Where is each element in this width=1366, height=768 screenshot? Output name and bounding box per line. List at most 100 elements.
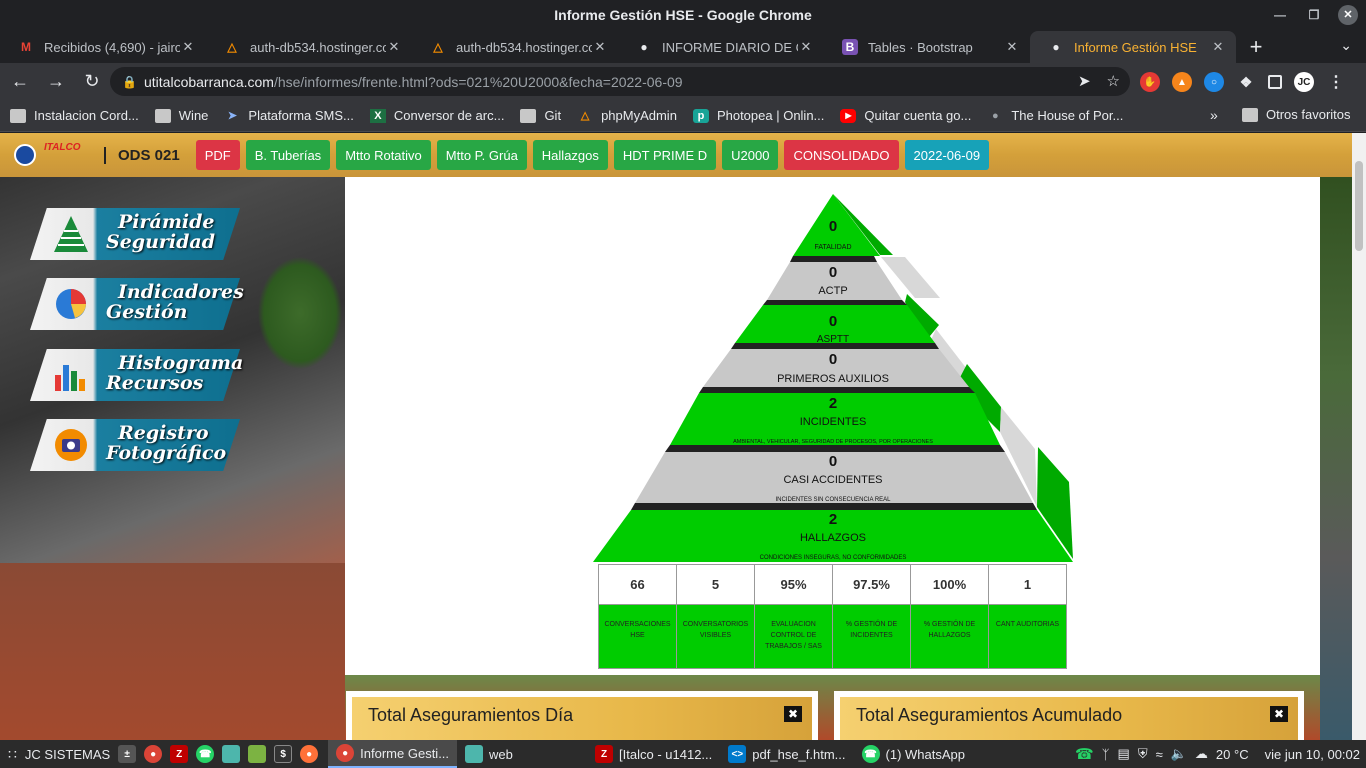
calculator-icon[interactable]: ± [118,745,137,763]
date-button[interactable]: 2022-06-09 [904,140,990,170]
whatsapp-tray-icon[interactable]: ☎ [1075,745,1094,763]
bookmark-item[interactable]: Wine [154,108,209,123]
phpmyadmin-icon: △ [580,110,590,122]
start-menu-label: JC SISTEMAS [24,746,111,762]
menu-label-line1: Pirámide [118,211,215,233]
extension-blue-icon[interactable]: ○ [1204,72,1224,92]
bookmark-item[interactable]: X Conversor de arc... [369,108,504,123]
bookmark-label: Wine [178,108,209,123]
folder-icon [465,745,484,763]
page-scrollbar[interactable] [1352,133,1366,740]
filezilla-icon[interactable]: Z [170,745,189,763]
tab-gmail[interactable]: M Recibidos (4,690) - jairo ✕ [0,31,206,63]
terminal-icon[interactable]: $ [274,745,293,763]
address-host: utitalcobarranca.com [144,73,274,90]
apps-grid-icon: ∷ [8,745,17,762]
tab-close-icon[interactable]: ✕ [1004,39,1020,55]
chrome-icon[interactable]: ● [144,745,163,763]
adblock-icon[interactable]: ✋ [1140,72,1160,92]
firefox-icon[interactable]: ● [300,745,319,763]
forward-icon[interactable]: → [40,66,72,98]
pyramid-label-primeros-auxilios: PRIMEROS AUXILIOS [777,373,889,385]
menu-label-line1: Registro [118,422,209,444]
mtto-rotativo-button[interactable]: Mtto Rotativo [336,140,431,170]
tab-hostinger-2[interactable]: △ auth-db534.hostinger.co ✕ [412,31,618,63]
pyramid-value-incidentes: 2 [829,395,837,412]
pyramid-icon [50,213,92,255]
card-title: Total Aseguramientos Día [368,705,574,725]
tab-close-icon[interactable]: ✕ [1210,39,1226,55]
photopea-icon: p [692,108,709,123]
sidepanel-icon[interactable] [1268,75,1282,89]
kebab-menu-icon[interactable]: ⋮ [1326,72,1346,92]
scrollbar-thumb[interactable] [1355,161,1363,251]
bookmark-other-folder[interactable]: Otros favoritos [1242,107,1351,122]
minimize-icon[interactable]: — [1270,5,1290,25]
menu-indicadores[interactable]: Indicadores Gestión [30,278,244,330]
maximize-icon[interactable]: ❐ [1304,5,1324,25]
star-icon[interactable]: ☆ [1107,72,1120,90]
bookmarks-overflow-icon[interactable]: » [1210,107,1218,123]
task-vscode[interactable]: <> pdf_hse_f.htm... [720,740,853,768]
task-web-folder[interactable]: web [457,740,587,768]
shield-icon[interactable]: ⛨ [1138,746,1148,762]
pyramid-value-asptt: 0 [829,313,837,330]
tab-close-icon[interactable]: ✕ [180,39,196,55]
mtto-grua-button[interactable]: Mtto P. Grúa [436,140,527,170]
tuberias-button[interactable]: B. Tuberías [245,140,331,170]
filezilla-icon: Z [595,745,614,763]
bookmark-item[interactable]: Git [520,108,561,123]
tab-close-icon[interactable]: ✕ [798,39,814,55]
tab-informe-diario[interactable]: ● INFORME DIARIO DE GE ✕ [618,31,824,63]
bookmark-item[interactable]: ▶ Quitar cuenta go... [840,108,971,123]
hdt-prime-button[interactable]: HDT PRIME D [613,140,717,170]
start-menu[interactable]: ∷ JC SISTEMAS [0,746,110,763]
new-tab-icon[interactable]: + [1236,31,1276,63]
pyramid-label-asptt: ASPTT [817,334,849,345]
metamask-icon[interactable]: ▲ [1172,72,1192,92]
clock[interactable]: vie jun 10, 00:02 [1265,747,1360,762]
bookmark-item[interactable]: Instalacion Cord... [10,108,139,123]
pdf-button[interactable]: PDF [195,140,240,170]
files-icon[interactable] [248,745,267,763]
bookmark-item[interactable]: ➤ Plataforma SMS... [224,108,354,123]
menu-histograma[interactable]: Histograma Recursos [30,349,243,401]
avatar[interactable]: JC [1294,72,1314,92]
tab-close-icon[interactable]: ✕ [386,39,402,55]
wifi-icon[interactable]: ≈ [1156,747,1163,762]
task-whatsapp[interactable]: ☎ (1) WhatsApp [854,740,973,768]
bluetooth-icon[interactable]: ᛉ [1102,747,1110,762]
tab-bootstrap[interactable]: B Tables · Bootstrap ✕ [824,31,1030,63]
menu-piramide[interactable]: Pirámide Seguridad [30,208,240,260]
globe-icon: ● [640,40,648,54]
task-filezilla[interactable]: Z [Italco - u1412... [587,740,720,768]
bookmark-item[interactable]: △ phpMyAdmin [577,108,677,123]
reload-icon[interactable]: ↻ [76,66,108,98]
tab-title: Tables · Bootstrap [868,39,973,55]
page-content: ITALCO ODS 021 PDF B. Tuberías Mtto Rota… [0,133,1366,740]
close-icon[interactable]: ✖ [784,706,802,722]
bookmark-item[interactable]: p Photopea | Onlin... [692,108,824,123]
consolidado-button[interactable]: CONSOLIDADO [784,140,899,170]
window-icon[interactable] [222,745,241,763]
hallazgos-button[interactable]: Hallazgos [532,140,608,170]
menu-registro[interactable]: Registro Fotográfico [30,419,240,471]
close-icon[interactable]: ✖ [1270,706,1288,722]
task-chrome[interactable]: ● Informe Gesti... [328,740,458,768]
puzzle-icon[interactable]: ❖ [1236,72,1256,92]
volume-icon[interactable]: 🔈 [1171,746,1187,762]
tab-informe-hse[interactable]: ● Informe Gestión HSE ✕ [1030,31,1236,63]
tab-hostinger-1[interactable]: △ auth-db534.hostinger.co ✕ [206,31,412,63]
send-icon[interactable]: ➤ [1078,72,1091,90]
back-icon[interactable]: ← [4,66,36,98]
whatsapp-icon[interactable]: ☎ [196,745,215,763]
u2000-button[interactable]: U2000 [722,140,779,170]
excel-icon: X [369,108,386,123]
clipboard-icon[interactable]: ▤ [1118,746,1130,762]
close-window-icon[interactable]: ✕ [1338,5,1358,25]
bookmark-item[interactable]: ● The House of Por... [987,108,1123,123]
tab-close-icon[interactable]: ✕ [592,39,608,55]
menu-label-line2: Recursos [106,372,204,394]
tab-search-chevron-icon[interactable]: ⌄ [1340,37,1352,54]
address-bar[interactable]: 🔒 utitalcobarranca.com /hse/informes/fre… [110,67,1130,96]
